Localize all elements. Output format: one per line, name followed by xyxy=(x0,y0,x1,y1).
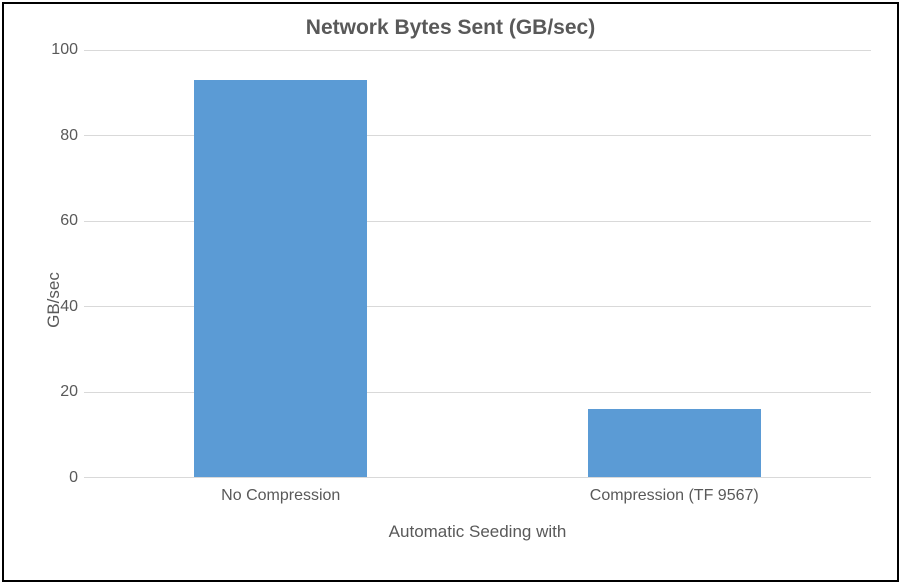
chart-body: GB/sec 020406080100 No CompressionCompre… xyxy=(24,50,877,550)
bar xyxy=(194,80,367,477)
x-axis-title: Automatic Seeding with xyxy=(84,522,871,542)
plot-wrap: 020406080100 No CompressionCompression (… xyxy=(84,50,871,478)
y-tick-label: 20 xyxy=(42,383,78,401)
y-tick-label: 100 xyxy=(42,41,78,59)
chart-container: Network Bytes Sent (GB/sec) GB/sec 02040… xyxy=(2,2,899,582)
y-tick-labels: 020406080100 xyxy=(42,50,78,478)
x-tick-label: No Compression xyxy=(221,487,340,505)
y-tick-label: 0 xyxy=(42,469,78,487)
grid-line xyxy=(84,50,871,51)
y-tick-label: 80 xyxy=(42,127,78,145)
y-tick-label: 40 xyxy=(42,298,78,316)
chart-title: Network Bytes Sent (GB/sec) xyxy=(24,16,877,40)
plot-area: No CompressionCompression (TF 9567) xyxy=(84,50,871,478)
y-tick-label: 60 xyxy=(42,212,78,230)
bar xyxy=(588,409,761,477)
x-tick-label: Compression (TF 9567) xyxy=(590,487,759,505)
